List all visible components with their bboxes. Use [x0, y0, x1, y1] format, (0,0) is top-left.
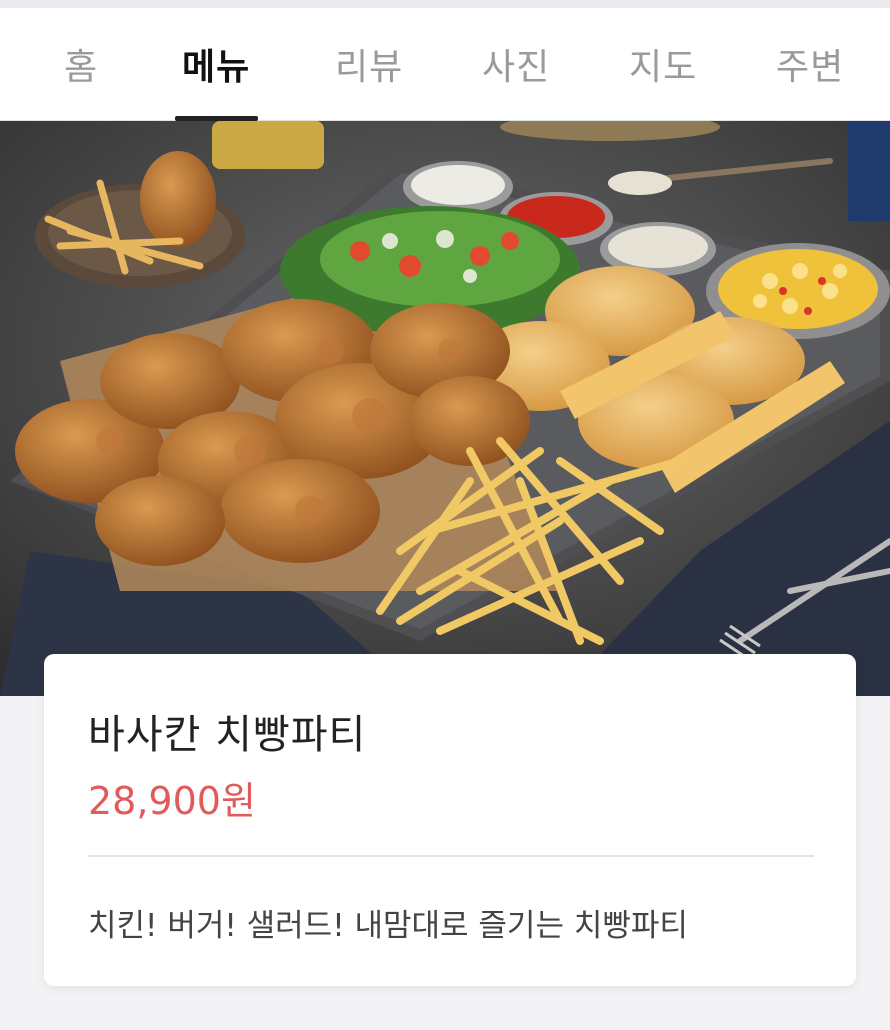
- menu-photo[interactable]: [0, 121, 890, 696]
- tab-home[interactable]: 홈: [64, 38, 98, 90]
- tab-menu[interactable]: 메뉴: [182, 38, 250, 90]
- menu-price: 28,900원: [88, 779, 256, 823]
- tab-map[interactable]: 지도: [629, 38, 697, 90]
- tab-reviews[interactable]: 리뷰: [335, 38, 403, 90]
- tab-bar: 홈 메뉴 리뷰 사진 지도 주변: [0, 8, 890, 121]
- menu-card: 바사칸 치빵파티 28,900원 치킨! 버거! 샐러드! 내맘대로 즐기는 치…: [44, 654, 856, 986]
- menu-description: 치킨! 버거! 샐러드! 내맘대로 즐기는 치빵파티: [88, 908, 688, 944]
- tab-photos[interactable]: 사진: [482, 38, 550, 90]
- menu-name: 바사칸 치빵파티: [88, 712, 367, 758]
- divider: [88, 855, 814, 857]
- food-photo-icon: [0, 121, 890, 696]
- tab-nearby[interactable]: 주변: [776, 38, 844, 90]
- status-strip: [0, 0, 890, 8]
